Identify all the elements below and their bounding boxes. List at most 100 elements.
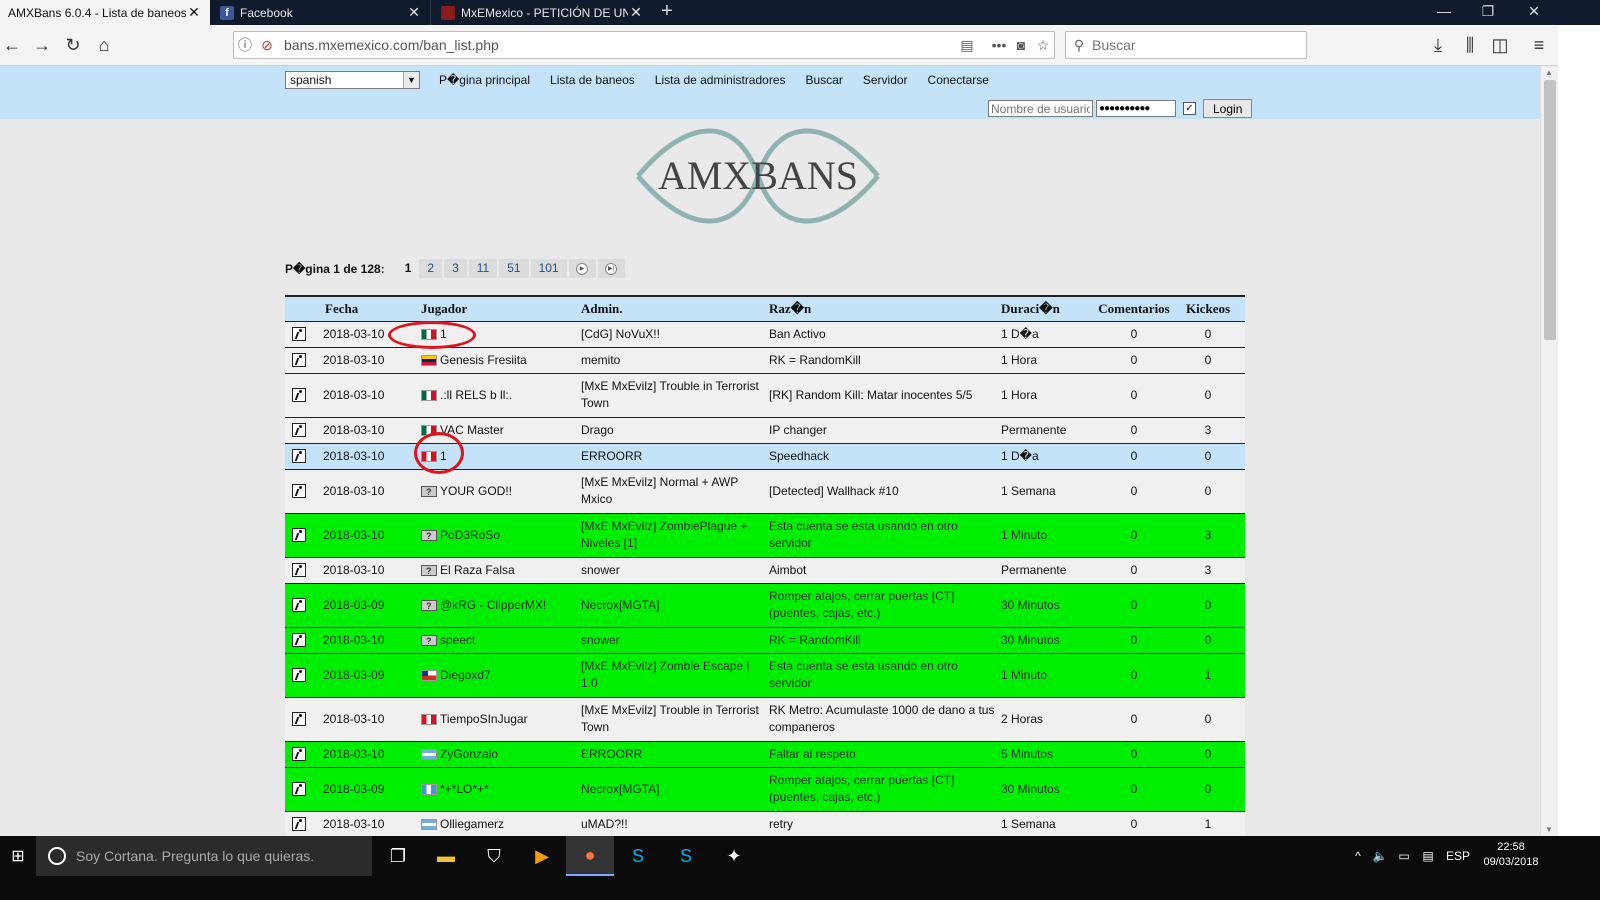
info-icon[interactable]: ⓘ (234, 35, 256, 55)
player-details-icon[interactable] (292, 747, 306, 762)
new-tab-icon[interactable]: + (652, 0, 682, 25)
windows-start-icon[interactable]: ⊞ (0, 836, 36, 876)
col-player[interactable]: Jugador (417, 295, 581, 322)
table-row[interactable]: 2018-03-10 Olliegamerz uMAD?!! retry 1 Seman… (285, 811, 1245, 836)
skype-icon[interactable]: S (614, 836, 662, 876)
tray-chevron-icon[interactable]: ^ (1348, 849, 1368, 863)
skype-business-icon[interactable]: S (662, 836, 710, 876)
col-admin[interactable]: Admin. (581, 295, 769, 322)
menu-icon[interactable]: ≡ (1527, 33, 1551, 57)
downloads-icon[interactable]: ⤓ (1426, 33, 1450, 57)
tab-amxbans[interactable]: AMXBans 6.0.4 - Lista de baneos ✕ (0, 0, 210, 25)
login-button[interactable]: Login (1203, 99, 1253, 118)
reader-view-icon[interactable]: ▤ (956, 37, 978, 54)
table-row[interactable]: 2018-03-10 VAC Master Drago IP changer Perma… (285, 417, 1245, 444)
player-details-icon[interactable] (292, 388, 306, 403)
username-field[interactable] (988, 100, 1093, 117)
sidebar-icon[interactable]: ◫ (1488, 33, 1512, 57)
page-link[interactable]: 11 (466, 259, 498, 278)
player-details-icon[interactable] (292, 598, 306, 613)
library-icon[interactable]: ⫼ (1458, 33, 1482, 57)
table-row[interactable]: 2018-03-10 PoD3RoSo [MxE MxEvilz] ZombiePl… (285, 513, 1245, 558)
language-select[interactable]: spanish ▼ (285, 71, 420, 89)
player-details-icon[interactable] (292, 449, 306, 464)
chevron-down-icon[interactable]: ▼ (403, 72, 419, 88)
menu-connect[interactable]: Conectarse (928, 73, 989, 87)
scroll-thumb[interactable] (1544, 80, 1556, 340)
scroll-up-icon[interactable]: ▲ (1545, 68, 1553, 77)
media-player-icon[interactable]: ▶ (518, 836, 566, 876)
insecure-icon[interactable]: ⊘ (256, 37, 278, 54)
table-row[interactable]: 2018-03-10 Genesis Fresiita memito RK = Ran… (285, 347, 1245, 374)
search-bar[interactable]: ⚲ (1065, 31, 1307, 59)
remember-checkbox[interactable]: ✓ (1183, 102, 1196, 115)
volume-icon[interactable]: 🔈 (1368, 849, 1392, 863)
col-date[interactable]: Fecha (313, 295, 417, 322)
home-icon[interactable]: ⌂ (92, 33, 116, 57)
file-explorer-icon[interactable]: ▬ (422, 836, 470, 876)
counter-strike-icon[interactable]: ✦ (710, 836, 758, 876)
language-indicator[interactable]: ESP (1446, 849, 1470, 863)
page-actions-icon[interactable]: ••• (988, 37, 1010, 53)
player-details-icon[interactable] (292, 782, 306, 797)
notifications-icon[interactable]: ▤ (1416, 849, 1440, 863)
address-bar[interactable]: ⓘ ⊘ bans.mxemexico.com/ban_list.php ▤ ••… (233, 31, 1055, 59)
table-row[interactable]: 2018-03-10 ZyGonzalo ERROORR Faltar al resp… (285, 741, 1245, 768)
next-page-button[interactable]: ▶ (566, 259, 596, 278)
url-text[interactable]: bans.mxemexico.com/ban_list.php (284, 37, 956, 53)
page-link[interactable]: 3 (442, 259, 467, 278)
player-details-icon[interactable] (292, 423, 306, 438)
col-comments[interactable]: Comentarios (1097, 295, 1171, 322)
network-icon[interactable]: ▭ (1392, 849, 1416, 863)
player-details-icon[interactable] (292, 484, 306, 499)
close-icon[interactable]: ✕ (186, 4, 202, 21)
page-scrollbar[interactable]: ▲ ▼ (1540, 66, 1558, 836)
page-link[interactable]: 51 (497, 259, 529, 278)
cortana-search[interactable]: Soy Cortana. Pregunta lo que quieras. (36, 836, 372, 876)
close-window-icon[interactable]: ✕ (1512, 0, 1556, 25)
table-row[interactable]: 2018-03-10 El Raza Falsa snowerAimbotPerma… (285, 557, 1245, 584)
last-page-button[interactable]: ▶| (595, 259, 625, 278)
forward-icon[interactable]: → (30, 33, 54, 57)
pocket-icon[interactable]: ◙ (1010, 37, 1032, 53)
player-details-icon[interactable] (292, 633, 306, 648)
menu-home[interactable]: P�gina principal (439, 73, 530, 87)
menu-server[interactable]: Servidor (863, 73, 908, 87)
tab-facebook[interactable]: f Facebook ✕ (210, 0, 430, 25)
reload-icon[interactable]: ↻ (61, 33, 85, 57)
menu-ban-list[interactable]: Lista de baneos (550, 73, 635, 87)
table-row[interactable]: 2018-03-09 @kRG - ClipperMX! Necrox[MGTA]R… (285, 583, 1245, 628)
col-duration[interactable]: Duraci�n (1001, 295, 1097, 322)
col-kicks[interactable]: Kickeos (1171, 295, 1245, 322)
firefox-icon[interactable]: ● (566, 836, 614, 876)
clock[interactable]: 22:58 09/03/2018 (1478, 840, 1544, 870)
table-row[interactable]: 2018-03-10 YOUR GOD!! [MxE MxEvilz] Normal… (285, 469, 1245, 514)
menu-search[interactable]: Buscar (806, 73, 843, 87)
page-link[interactable]: 101 (528, 259, 567, 278)
page-link[interactable]: 2 (417, 259, 443, 278)
col-reason[interactable]: Raz�n (769, 295, 1001, 322)
player-details-icon[interactable] (292, 712, 306, 727)
player-details-icon[interactable] (292, 327, 306, 342)
close-icon[interactable]: ✕ (406, 4, 422, 21)
table-row[interactable]: 2018-03-10 1 [CdG] NoVuX!! Ban Activo 1 D�a 0… (285, 321, 1245, 348)
player-details-icon[interactable] (292, 528, 306, 543)
search-input[interactable] (1092, 37, 1306, 53)
table-row[interactable]: 2018-03-09 *+*LO*+* Necrox[MGTA] Romper ata… (285, 767, 1245, 812)
bookmark-star-icon[interactable]: ☆ (1032, 37, 1054, 54)
scroll-down-icon[interactable]: ▼ (1545, 825, 1553, 834)
table-row[interactable]: 2018-03-10 speect snowerRK = RandomKill30 … (285, 627, 1245, 654)
back-icon[interactable]: ← (0, 33, 24, 57)
task-view-icon[interactable]: ❐ (374, 836, 422, 876)
player-details-icon[interactable] (292, 817, 306, 832)
tab-mxemexico[interactable]: MxEMexico - PETICIÓN DE UNE ✕ (430, 0, 652, 25)
table-row[interactable]: 2018-03-09 Diegoxd7 [MxE MxEvilz] Zombie E… (285, 653, 1245, 698)
minimize-icon[interactable]: — (1422, 0, 1466, 25)
table-row[interactable]: 2018-03-10 TiempoSInJugar [MxE MxEvilz] Tr… (285, 697, 1245, 742)
restore-icon[interactable]: ❐ (1466, 0, 1510, 25)
table-row[interactable]: 2018-03-10 .:ll RELS b ll:. [MxE MxEvilz] … (285, 373, 1245, 418)
player-details-icon[interactable] (292, 668, 306, 683)
player-details-icon[interactable] (292, 353, 306, 368)
password-field[interactable] (1096, 100, 1176, 117)
table-row[interactable]: 2018-03-10 1 ERROORR Speedhack 1 D�a 0 0 (285, 443, 1245, 470)
